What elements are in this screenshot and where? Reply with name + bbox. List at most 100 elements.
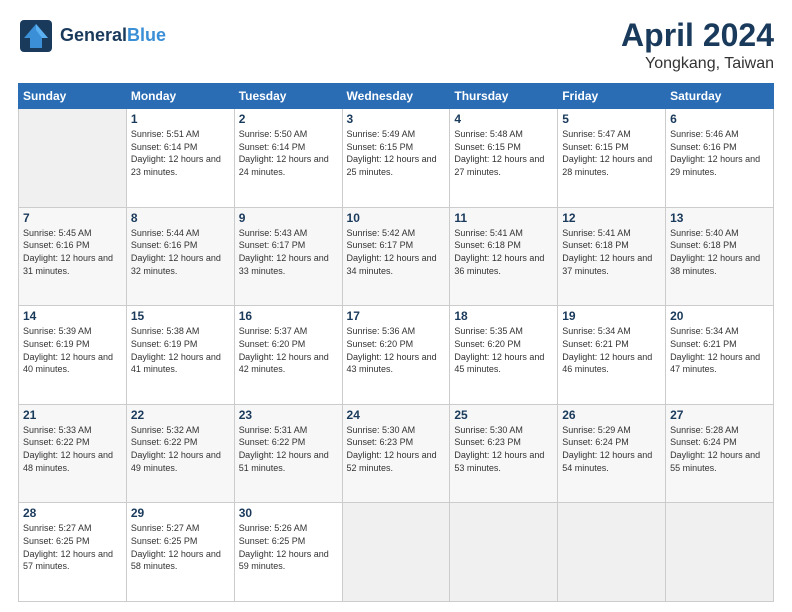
- day-info: Sunrise: 5:38 AM Sunset: 6:19 PM Dayligh…: [131, 325, 230, 375]
- day-info: Sunrise: 5:37 AM Sunset: 6:20 PM Dayligh…: [239, 325, 338, 375]
- day-info: Sunrise: 5:41 AM Sunset: 6:18 PM Dayligh…: [562, 227, 661, 277]
- day-number: 22: [131, 408, 230, 422]
- calendar-cell: 15 Sunrise: 5:38 AM Sunset: 6:19 PM Dayli…: [126, 306, 234, 405]
- day-number: 10: [347, 211, 446, 225]
- calendar-cell: 12 Sunrise: 5:41 AM Sunset: 6:18 PM Dayli…: [558, 207, 666, 306]
- calendar-week-0: 1 Sunrise: 5:51 AM Sunset: 6:14 PM Daylig…: [19, 109, 774, 208]
- day-info: Sunrise: 5:36 AM Sunset: 6:20 PM Dayligh…: [347, 325, 446, 375]
- col-wednesday: Wednesday: [342, 84, 450, 109]
- calendar-cell: 24 Sunrise: 5:30 AM Sunset: 6:23 PM Dayli…: [342, 404, 450, 503]
- calendar-cell: 7 Sunrise: 5:45 AM Sunset: 6:16 PM Daylig…: [19, 207, 127, 306]
- calendar-cell: 23Sunrise: 5:31 AM Sunset: 6:22 PM Dayli…: [234, 404, 342, 503]
- calendar-cell: 6 Sunrise: 5:46 AM Sunset: 6:16 PM Daylig…: [666, 109, 774, 208]
- day-number: 29: [131, 506, 230, 520]
- day-number: 21: [23, 408, 122, 422]
- title-block: April 2024 Yongkang, Taiwan: [621, 18, 774, 73]
- day-number: 17: [347, 309, 446, 323]
- logo-blue: Blue: [127, 25, 166, 45]
- day-number: 12: [562, 211, 661, 225]
- day-info: Sunrise: 5:35 AM Sunset: 6:20 PM Dayligh…: [454, 325, 553, 375]
- day-info: Sunrise: 5:30 AM Sunset: 6:23 PM Dayligh…: [454, 424, 553, 474]
- calendar-cell: 8 Sunrise: 5:44 AM Sunset: 6:16 PM Daylig…: [126, 207, 234, 306]
- day-info: Sunrise: 5:43 AM Sunset: 6:17 PM Dayligh…: [239, 227, 338, 277]
- calendar-title: April 2024: [621, 18, 774, 53]
- col-tuesday: Tuesday: [234, 84, 342, 109]
- day-info: Sunrise: 5:42 AM Sunset: 6:17 PM Dayligh…: [347, 227, 446, 277]
- day-info: Sunrise: 5:34 AM Sunset: 6:21 PM Dayligh…: [670, 325, 769, 375]
- header: GeneralBlue April 2024 Yongkang, Taiwan: [18, 18, 774, 73]
- day-info: Sunrise: 5:49 AM Sunset: 6:15 PM Dayligh…: [347, 128, 446, 178]
- calendar-cell: 17 Sunrise: 5:36 AM Sunset: 6:20 PM Dayli…: [342, 306, 450, 405]
- calendar-cell: 4Sunrise: 5:48 AM Sunset: 6:15 PM Daylig…: [450, 109, 558, 208]
- calendar-cell: [450, 503, 558, 602]
- day-info: Sunrise: 5:39 AM Sunset: 6:19 PM Dayligh…: [23, 325, 122, 375]
- calendar-week-3: 21Sunrise: 5:33 AM Sunset: 6:22 PM Dayli…: [19, 404, 774, 503]
- day-info: Sunrise: 5:44 AM Sunset: 6:16 PM Dayligh…: [131, 227, 230, 277]
- day-number: 6: [670, 112, 769, 126]
- calendar-cell: 25 Sunrise: 5:30 AM Sunset: 6:23 PM Dayli…: [450, 404, 558, 503]
- day-number: 14: [23, 309, 122, 323]
- calendar-cell: 9 Sunrise: 5:43 AM Sunset: 6:17 PM Daylig…: [234, 207, 342, 306]
- day-info: Sunrise: 5:30 AM Sunset: 6:23 PM Dayligh…: [347, 424, 446, 474]
- day-number: 9: [239, 211, 338, 225]
- calendar-cell: 13 Sunrise: 5:40 AM Sunset: 6:18 PM Dayli…: [666, 207, 774, 306]
- day-number: 8: [131, 211, 230, 225]
- logo-general: General: [60, 25, 127, 45]
- calendar-cell: 14 Sunrise: 5:39 AM Sunset: 6:19 PM Dayli…: [19, 306, 127, 405]
- day-info: Sunrise: 5:26 AM Sunset: 6:25 PM Dayligh…: [239, 522, 338, 572]
- day-info: Sunrise: 5:41 AM Sunset: 6:18 PM Dayligh…: [454, 227, 553, 277]
- day-number: 3: [347, 112, 446, 126]
- day-number: 24: [347, 408, 446, 422]
- calendar-header-row: Sunday Monday Tuesday Wednesday Thursday…: [19, 84, 774, 109]
- day-number: 1: [131, 112, 230, 126]
- day-info: Sunrise: 5:50 AM Sunset: 6:14 PM Dayligh…: [239, 128, 338, 178]
- calendar-cell: 3 Sunrise: 5:49 AM Sunset: 6:15 PM Daylig…: [342, 109, 450, 208]
- day-number: 15: [131, 309, 230, 323]
- logo: GeneralBlue: [18, 18, 166, 54]
- day-info: Sunrise: 5:51 AM Sunset: 6:14 PM Dayligh…: [131, 128, 230, 178]
- logo-icon: [18, 18, 54, 54]
- day-number: 28: [23, 506, 122, 520]
- day-info: Sunrise: 5:29 AM Sunset: 6:24 PM Dayligh…: [562, 424, 661, 474]
- day-info: Sunrise: 5:47 AM Sunset: 6:15 PM Dayligh…: [562, 128, 661, 178]
- calendar-cell: [558, 503, 666, 602]
- calendar-cell: 29 Sunrise: 5:27 AM Sunset: 6:25 PM Dayli…: [126, 503, 234, 602]
- calendar-week-4: 28 Sunrise: 5:27 AM Sunset: 6:25 PM Dayli…: [19, 503, 774, 602]
- calendar-cell: 5Sunrise: 5:47 AM Sunset: 6:15 PM Daylig…: [558, 109, 666, 208]
- calendar-cell: 30Sunrise: 5:26 AM Sunset: 6:25 PM Dayli…: [234, 503, 342, 602]
- day-number: 25: [454, 408, 553, 422]
- day-info: Sunrise: 5:27 AM Sunset: 6:25 PM Dayligh…: [23, 522, 122, 572]
- col-friday: Friday: [558, 84, 666, 109]
- day-number: 23: [239, 408, 338, 422]
- day-info: Sunrise: 5:45 AM Sunset: 6:16 PM Dayligh…: [23, 227, 122, 277]
- col-sunday: Sunday: [19, 84, 127, 109]
- day-info: Sunrise: 5:32 AM Sunset: 6:22 PM Dayligh…: [131, 424, 230, 474]
- day-number: 26: [562, 408, 661, 422]
- day-number: 7: [23, 211, 122, 225]
- day-info: Sunrise: 5:40 AM Sunset: 6:18 PM Dayligh…: [670, 227, 769, 277]
- calendar-cell: 26 Sunrise: 5:29 AM Sunset: 6:24 PM Dayli…: [558, 404, 666, 503]
- day-number: 2: [239, 112, 338, 126]
- calendar-cell: 11 Sunrise: 5:41 AM Sunset: 6:18 PM Dayli…: [450, 207, 558, 306]
- day-info: Sunrise: 5:28 AM Sunset: 6:24 PM Dayligh…: [670, 424, 769, 474]
- day-info: Sunrise: 5:46 AM Sunset: 6:16 PM Dayligh…: [670, 128, 769, 178]
- day-info: Sunrise: 5:27 AM Sunset: 6:25 PM Dayligh…: [131, 522, 230, 572]
- day-info: Sunrise: 5:48 AM Sunset: 6:15 PM Dayligh…: [454, 128, 553, 178]
- calendar-cell: [342, 503, 450, 602]
- calendar-cell: 18Sunrise: 5:35 AM Sunset: 6:20 PM Dayli…: [450, 306, 558, 405]
- calendar-table: Sunday Monday Tuesday Wednesday Thursday…: [18, 83, 774, 602]
- day-number: 27: [670, 408, 769, 422]
- day-number: 20: [670, 309, 769, 323]
- col-saturday: Saturday: [666, 84, 774, 109]
- calendar-subtitle: Yongkang, Taiwan: [621, 55, 774, 73]
- day-number: 19: [562, 309, 661, 323]
- logo-text: GeneralBlue: [60, 26, 166, 46]
- calendar-cell: 2 Sunrise: 5:50 AM Sunset: 6:14 PM Daylig…: [234, 109, 342, 208]
- col-monday: Monday: [126, 84, 234, 109]
- calendar-cell: 19Sunrise: 5:34 AM Sunset: 6:21 PM Dayli…: [558, 306, 666, 405]
- day-number: 11: [454, 211, 553, 225]
- col-thursday: Thursday: [450, 84, 558, 109]
- day-number: 13: [670, 211, 769, 225]
- calendar-cell: 27 Sunrise: 5:28 AM Sunset: 6:24 PM Dayli…: [666, 404, 774, 503]
- calendar-week-2: 14 Sunrise: 5:39 AM Sunset: 6:19 PM Dayli…: [19, 306, 774, 405]
